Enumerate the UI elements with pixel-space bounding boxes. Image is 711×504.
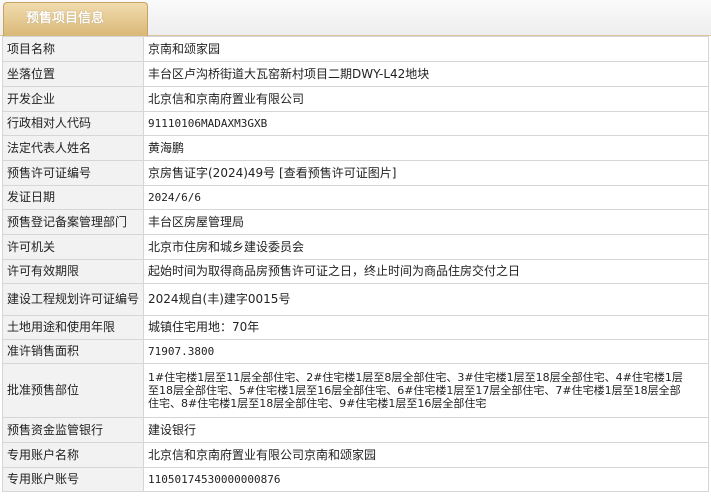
table-row: 批准预售部位 1#住宅楼1层至11层全部住宅、2#住宅楼1层至8层全部住宅、3#…	[2, 363, 709, 418]
presale-info-table: 项目名称 京南和颂家园 坐落位置 丰台区卢沟桥街道大瓦窑新村项目二期DWY-L4…	[2, 36, 709, 492]
registration-dept-value: 丰台区房屋管理局	[143, 209, 709, 235]
row-label: 准许销售面积	[2, 339, 144, 364]
table-row: 开发企业 北京信和京南府置业有限公司	[2, 86, 709, 112]
sales-area-value: 71907.3800	[143, 339, 709, 364]
view-permit-image-link[interactable]: [查看预售许可证图片]	[279, 166, 396, 180]
table-row: 土地用途和使用年限 城镇住宅用地：70年	[2, 315, 709, 340]
section-header: 预售项目信息	[0, 0, 711, 36]
legal-rep-value: 黄海鹏	[143, 135, 709, 161]
table-row: 专用账户账号 11050174530000000876	[2, 467, 709, 492]
row-label: 坐落位置	[2, 61, 144, 87]
row-label: 预售资金监管银行	[2, 417, 144, 443]
issue-date-value: 2024/6/6	[143, 185, 709, 210]
table-row: 发证日期 2024/6/6	[2, 185, 709, 210]
approved-parts-line: 1#住宅楼1层至11层全部住宅、2#住宅楼1层至8层全部住宅、3#住宅楼1层至1…	[148, 371, 683, 384]
row-label: 法定代表人姓名	[2, 135, 144, 161]
project-name-value: 京南和颂家园	[143, 36, 709, 62]
permit-number-cell: 京房售证字(2024)49号 [查看预售许可证图片]	[143, 160, 709, 186]
row-label: 土地用途和使用年限	[2, 315, 144, 340]
row-label: 预售登记备案管理部门	[2, 209, 144, 235]
validity-period-value: 起始时间为取得商品房预售许可证之日，终止时间为商品住房交付之日	[143, 259, 709, 284]
supervising-bank-value: 建设银行	[143, 417, 709, 443]
row-label: 发证日期	[2, 185, 144, 210]
table-row: 行政相对人代码 91110106MADAXM3GXB	[2, 111, 709, 136]
licensing-authority-value: 北京市住房和城乡建设委员会	[143, 234, 709, 260]
account-number-value: 11050174530000000876	[143, 467, 709, 492]
admin-code-value: 91110106MADAXM3GXB	[143, 111, 709, 136]
row-label: 项目名称	[2, 36, 144, 62]
table-row: 准许销售面积 71907.3800	[2, 339, 709, 364]
table-row: 预售许可证编号 京房售证字(2024)49号 [查看预售许可证图片]	[2, 160, 709, 186]
approved-parts-value: 1#住宅楼1层至11层全部住宅、2#住宅楼1层至8层全部住宅、3#住宅楼1层至1…	[143, 363, 709, 418]
row-label: 专用账户名称	[2, 442, 144, 468]
location-value: 丰台区卢沟桥街道大瓦窑新村项目二期DWY-L42地块	[143, 61, 709, 87]
row-label: 行政相对人代码	[2, 111, 144, 136]
land-use-value: 城镇住宅用地：70年	[143, 315, 709, 340]
section-title-tab: 预售项目信息	[3, 2, 148, 36]
row-label: 许可有效期限	[2, 259, 144, 284]
table-row: 预售登记备案管理部门 丰台区房屋管理局	[2, 209, 709, 235]
approved-parts-line: 至18层全部住宅、5#住宅楼1层至16层全部住宅、6#住宅楼1层至17层全部住宅…	[148, 384, 681, 397]
table-row: 许可有效期限 起始时间为取得商品房预售许可证之日，终止时间为商品住房交付之日	[2, 259, 709, 284]
table-row: 坐落位置 丰台区卢沟桥街道大瓦窑新村项目二期DWY-L42地块	[2, 61, 709, 87]
table-row: 法定代表人姓名 黄海鹏	[2, 135, 709, 161]
table-row: 项目名称 京南和颂家园	[2, 36, 709, 62]
permit-number-value: 京房售证字(2024)49号	[148, 165, 276, 180]
row-label: 专用账户账号	[2, 467, 144, 492]
table-row: 预售资金监管银行 建设银行	[2, 417, 709, 443]
planning-permit-value: 2024规自(丰)建字0015号	[143, 283, 709, 316]
row-label: 批准预售部位	[2, 363, 144, 418]
table-row: 专用账户名称 北京信和京南府置业有限公司京南和颂家园	[2, 442, 709, 468]
account-name-value: 北京信和京南府置业有限公司京南和颂家园	[143, 442, 709, 468]
developer-value: 北京信和京南府置业有限公司	[143, 86, 709, 112]
row-label: 许可机关	[2, 234, 144, 260]
row-label: 预售许可证编号	[2, 160, 144, 186]
row-label: 开发企业	[2, 86, 144, 112]
row-label: 建设工程规划许可证编号	[2, 283, 144, 316]
table-row: 建设工程规划许可证编号 2024规自(丰)建字0015号	[2, 283, 709, 316]
approved-parts-line: 住宅、8#住宅楼1层至18层全部住宅、9#住宅楼1层至16层全部住宅	[148, 397, 487, 410]
table-row: 许可机关 北京市住房和城乡建设委员会	[2, 234, 709, 260]
